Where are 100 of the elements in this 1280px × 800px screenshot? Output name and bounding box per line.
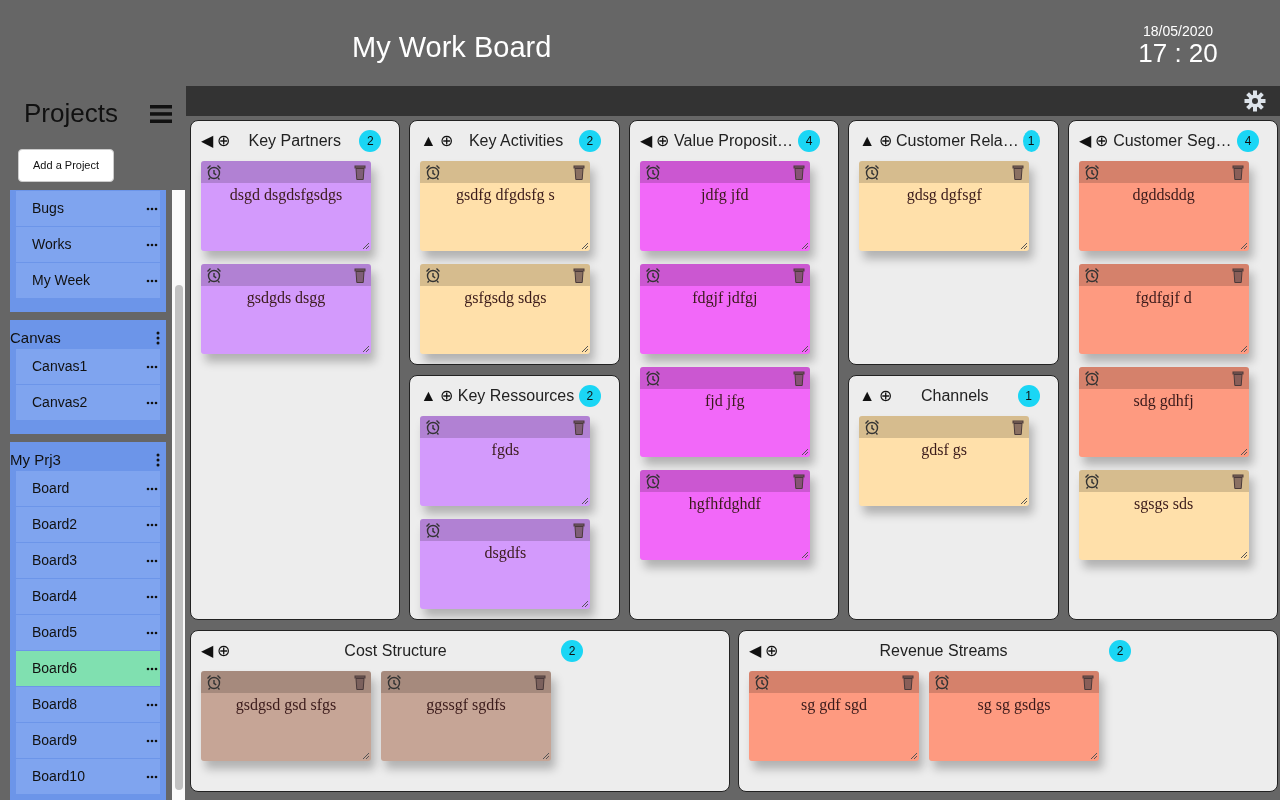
trash-icon[interactable] xyxy=(354,163,366,181)
more-icon[interactable] xyxy=(146,558,158,563)
resize-handle[interactable] xyxy=(542,752,550,760)
trash-icon[interactable] xyxy=(1082,673,1094,691)
more-icon[interactable] xyxy=(146,486,158,491)
alarm-clock-icon[interactable] xyxy=(206,163,222,181)
settings-icon[interactable] xyxy=(1244,90,1266,112)
sticky-note[interactable]: gdsg dgfsgf xyxy=(859,161,1030,251)
sticky-note[interactable]: jdfg jfd xyxy=(639,161,810,251)
board-item[interactable]: My Week xyxy=(16,263,160,298)
resize-handle[interactable] xyxy=(362,345,370,353)
board-item[interactable]: Board2 xyxy=(16,507,160,542)
resize-handle[interactable] xyxy=(1239,242,1248,250)
sticky-note[interactable]: sg sg gsdgs xyxy=(929,671,1099,761)
more-icon[interactable] xyxy=(146,666,158,671)
trash-icon[interactable] xyxy=(792,472,805,490)
resize-handle[interactable] xyxy=(581,242,590,250)
resize-handle[interactable] xyxy=(581,497,590,505)
alarm-clock-icon[interactable] xyxy=(206,266,222,284)
more-icon[interactable] xyxy=(146,364,158,369)
resize-handle[interactable] xyxy=(1020,497,1029,505)
alarm-clock-icon[interactable] xyxy=(425,418,442,436)
resize-handle[interactable] xyxy=(1239,551,1248,559)
sticky-note[interactable]: hgfhfdghdf xyxy=(639,470,810,560)
collapse-toggle[interactable]: ▲ xyxy=(859,388,876,404)
trash-icon[interactable] xyxy=(534,673,546,691)
alarm-clock-icon[interactable] xyxy=(1083,163,1100,181)
alarm-clock-icon[interactable] xyxy=(386,673,402,691)
add-note-button[interactable]: ⊕ xyxy=(765,643,778,659)
scrollbar[interactable] xyxy=(172,190,185,800)
more-icon[interactable] xyxy=(146,774,158,779)
alarm-clock-icon[interactable] xyxy=(425,521,442,539)
resize-handle[interactable] xyxy=(1090,752,1098,760)
add-note-button[interactable]: ⊕ xyxy=(440,133,454,149)
add-note-button[interactable]: ⊕ xyxy=(217,133,230,149)
alarm-clock-icon[interactable] xyxy=(644,163,661,181)
more-icon[interactable] xyxy=(146,522,158,527)
board-item[interactable]: Board9 xyxy=(16,723,160,758)
scrollbar-thumb[interactable] xyxy=(175,285,183,790)
trash-icon[interactable] xyxy=(573,163,586,181)
board-item[interactable]: Board3 xyxy=(16,543,160,578)
trash-icon[interactable] xyxy=(792,266,805,284)
sticky-note[interactable]: dgddsddg xyxy=(1078,161,1249,251)
board-item[interactable]: Canvas1 xyxy=(16,349,160,384)
sticky-note[interactable]: gsdgsd gsd sfgs xyxy=(201,671,371,761)
resize-handle[interactable] xyxy=(362,752,370,760)
board-item[interactable]: Board5 xyxy=(16,615,160,650)
alarm-clock-icon[interactable] xyxy=(1083,472,1100,490)
collapse-toggle[interactable]: ◀ xyxy=(749,643,761,659)
add-note-button[interactable]: ⊕ xyxy=(655,133,669,149)
resize-handle[interactable] xyxy=(800,551,809,559)
alarm-clock-icon[interactable] xyxy=(425,266,442,284)
trash-icon[interactable] xyxy=(792,163,805,181)
resize-handle[interactable] xyxy=(362,242,370,250)
resize-handle[interactable] xyxy=(800,345,809,353)
board-item[interactable]: Board10 xyxy=(16,759,160,794)
add-note-button[interactable]: ⊕ xyxy=(1094,133,1108,149)
board-item[interactable]: Works xyxy=(16,227,160,262)
trash-icon[interactable] xyxy=(1231,472,1244,490)
sticky-note[interactable]: fgds xyxy=(420,416,591,506)
alarm-clock-icon[interactable] xyxy=(1083,266,1100,284)
trash-icon[interactable] xyxy=(354,673,366,691)
sticky-note[interactable]: sdg gdhfj xyxy=(1078,367,1249,457)
collapse-toggle[interactable]: ◀ xyxy=(201,643,213,659)
alarm-clock-icon[interactable] xyxy=(206,673,222,691)
collapse-toggle[interactable]: ▲ xyxy=(859,133,876,149)
kebab-menu-icon[interactable] xyxy=(156,453,160,467)
sticky-note[interactable]: ggssgf sgdfs xyxy=(381,671,551,761)
board-item[interactable]: Bugs xyxy=(16,191,160,226)
alarm-clock-icon[interactable] xyxy=(644,472,661,490)
board-item[interactable]: Canvas2 xyxy=(16,385,160,420)
alarm-clock-icon[interactable] xyxy=(1083,369,1100,387)
trash-icon[interactable] xyxy=(573,418,586,436)
sticky-note[interactable]: gsdgds dsgg xyxy=(201,264,371,354)
collapse-toggle[interactable]: ◀ xyxy=(1078,133,1091,149)
alarm-clock-icon[interactable] xyxy=(425,163,442,181)
sticky-note[interactable]: gsfgsdg sdgs xyxy=(420,264,591,354)
kebab-menu-icon[interactable] xyxy=(156,331,160,345)
trash-icon[interactable] xyxy=(1231,266,1244,284)
resize-handle[interactable] xyxy=(910,752,918,760)
resize-handle[interactable] xyxy=(1239,345,1248,353)
menu-icon[interactable] xyxy=(150,103,172,124)
more-icon[interactable] xyxy=(146,400,158,405)
sticky-note[interactable]: fjd jfg xyxy=(639,367,810,457)
alarm-clock-icon[interactable] xyxy=(864,163,881,181)
resize-handle[interactable] xyxy=(1239,448,1248,456)
more-icon[interactable] xyxy=(146,738,158,743)
board-item[interactable]: Board6 xyxy=(16,651,160,686)
trash-icon[interactable] xyxy=(573,521,586,539)
resize-handle[interactable] xyxy=(581,345,590,353)
collapse-toggle[interactable]: ▲ xyxy=(420,388,437,404)
sticky-note[interactable]: sg gdf sgd xyxy=(749,671,919,761)
trash-icon[interactable] xyxy=(902,673,914,691)
alarm-clock-icon[interactable] xyxy=(864,418,881,436)
trash-icon[interactable] xyxy=(1012,163,1025,181)
more-icon[interactable] xyxy=(146,242,158,247)
sticky-note[interactable]: gsdfg dfgdsfg s xyxy=(420,161,591,251)
trash-icon[interactable] xyxy=(1231,369,1244,387)
board-item[interactable]: Board4 xyxy=(16,579,160,614)
more-icon[interactable] xyxy=(146,206,158,211)
